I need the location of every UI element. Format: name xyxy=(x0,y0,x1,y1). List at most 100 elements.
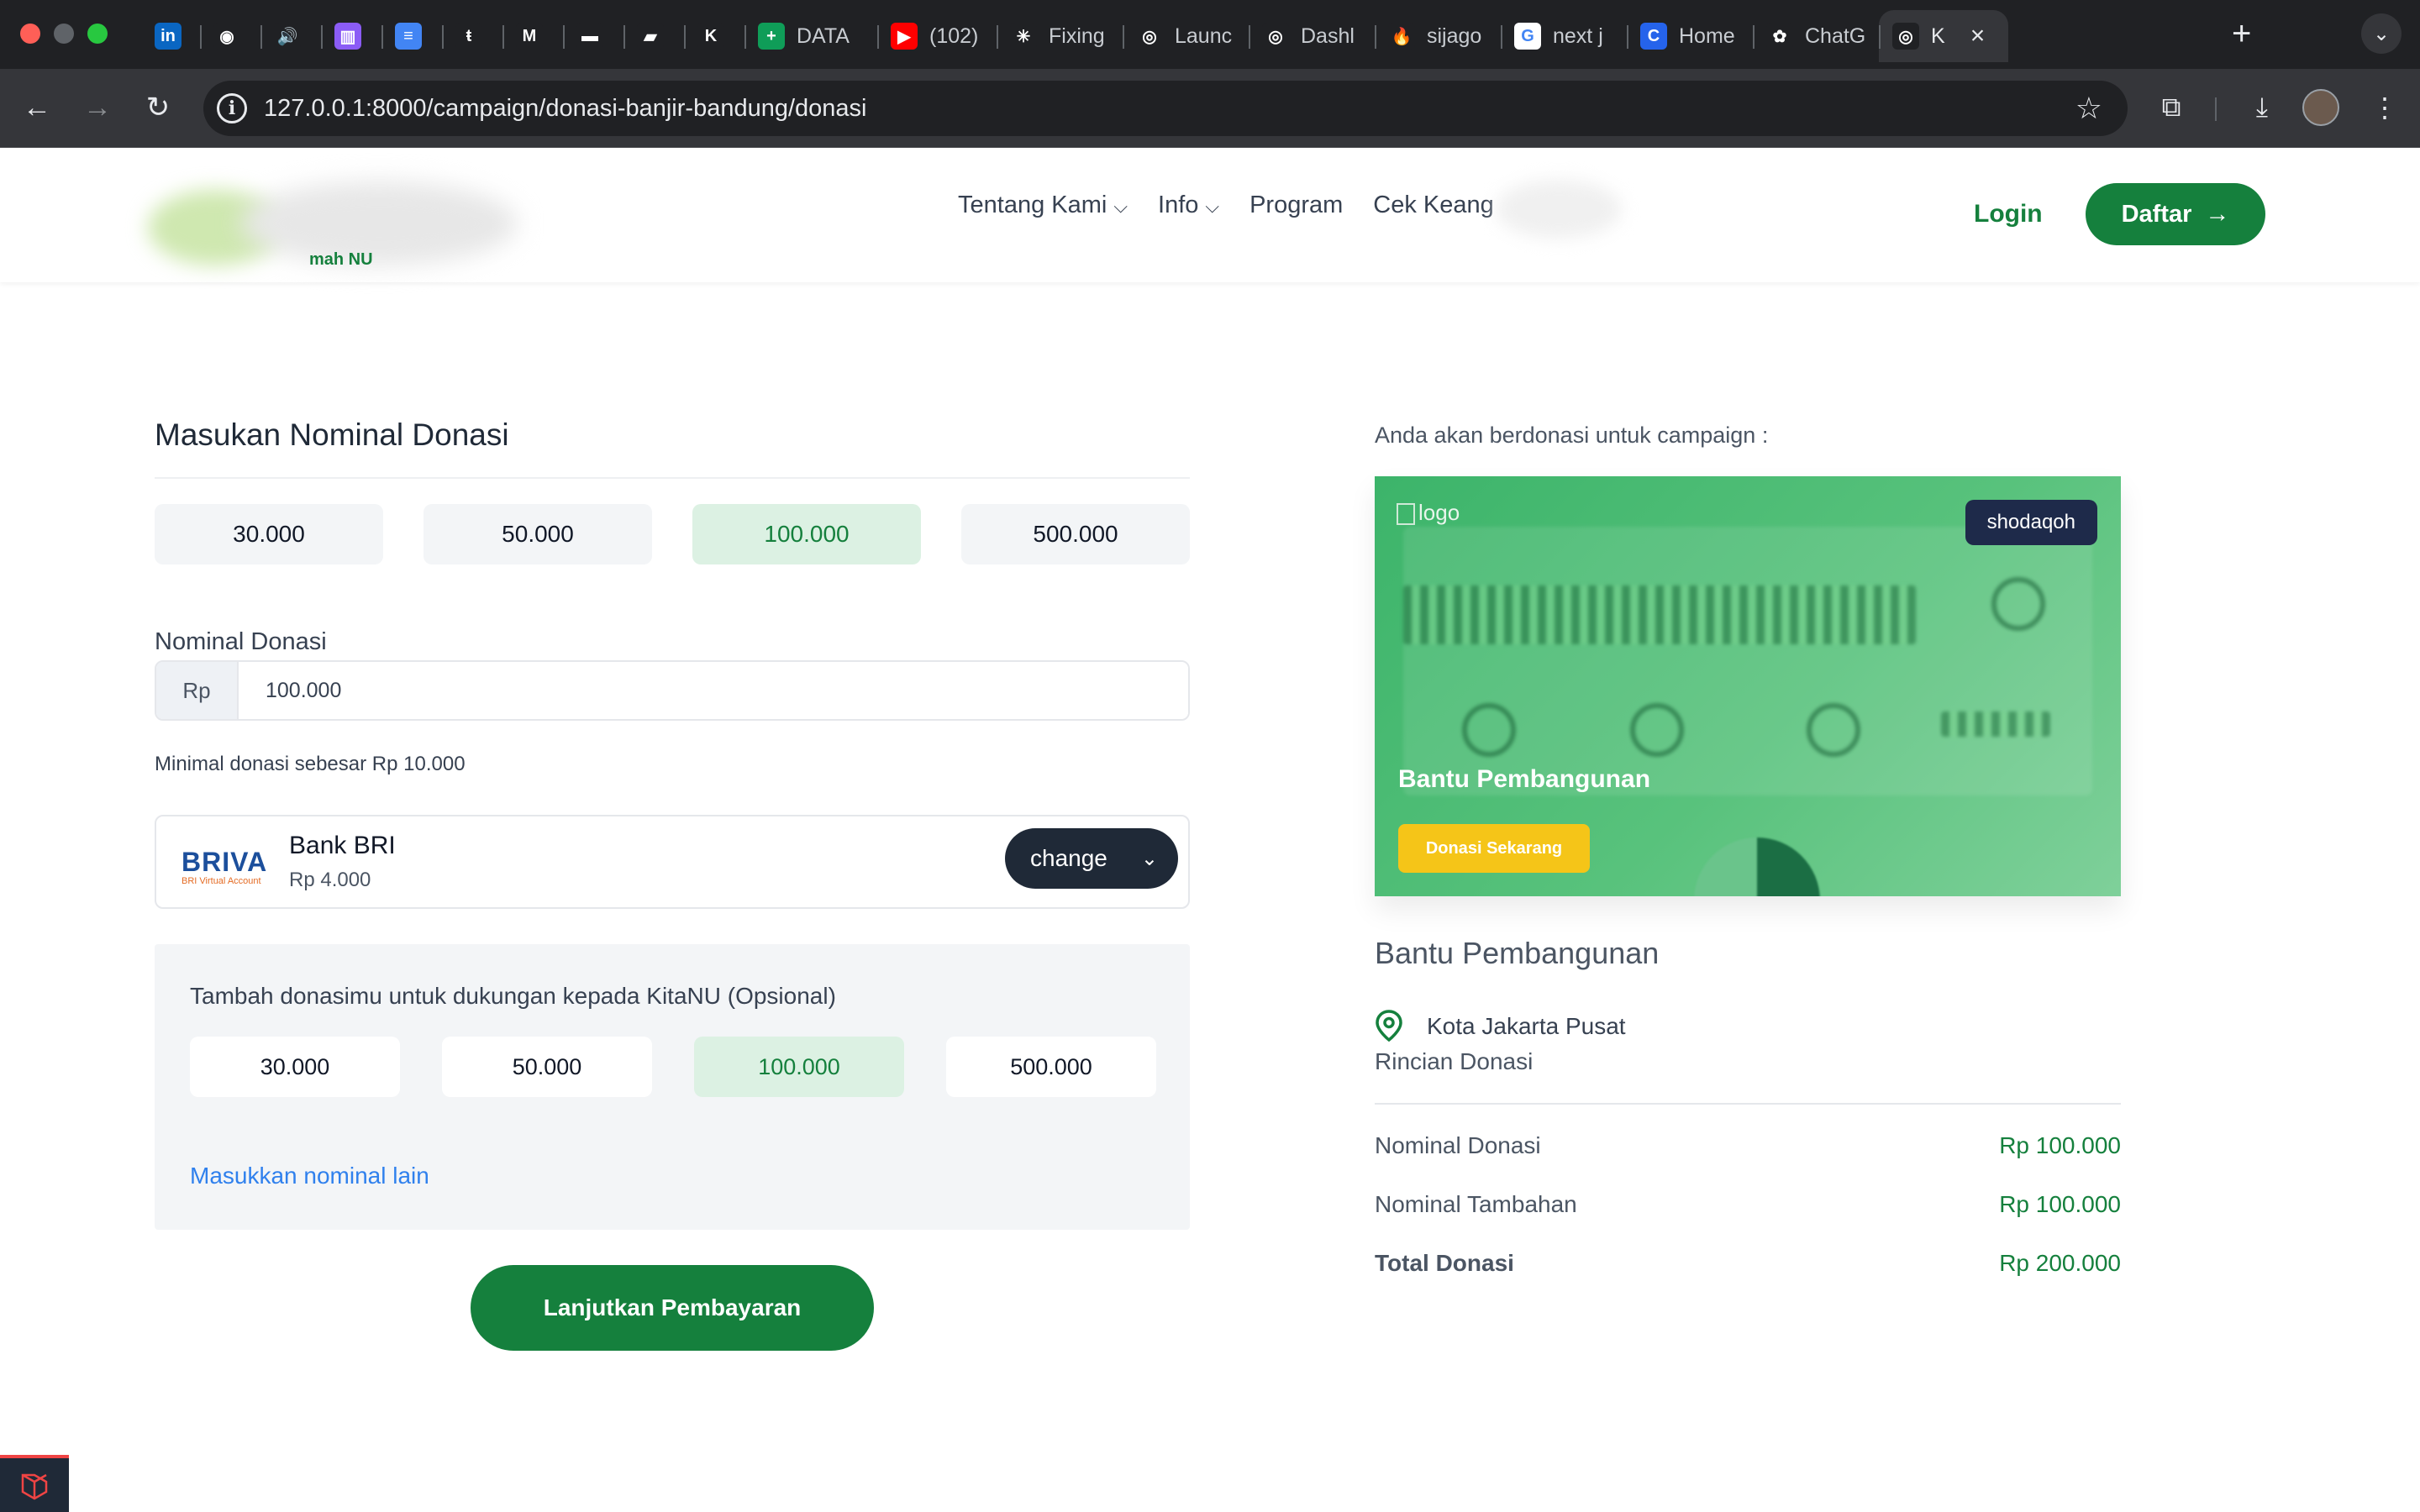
chevron-down-icon: ⌄ xyxy=(1140,847,1158,870)
forward-arrow-icon[interactable]: → xyxy=(77,87,118,128)
broken-image-icon: logo xyxy=(1397,500,1460,526)
change-payment-label: change xyxy=(1030,845,1107,871)
chevron-down-icon: ⌵ xyxy=(1205,196,1220,217)
browser-tab[interactable]: + DATA xyxy=(744,10,877,62)
tab-list: in ◉ 🔊 ▥ ≡ ŧ M ▬ ▰ K + DATA ▶ (102) ✳ Fixing ◎ Launc ◎ Dash… xyxy=(141,10,2008,62)
browser-tab[interactable]: ✳ Fixing xyxy=(997,10,1123,62)
site-info-icon[interactable]: i xyxy=(217,93,247,123)
change-payment-button[interactable]: change ⌄ xyxy=(1005,828,1178,889)
banner-donate-button: Donasi Sekarang xyxy=(1398,824,1590,873)
amount-preset-button-0[interactable]: 30.000 xyxy=(155,504,383,564)
browser-tab[interactable]: C Home xyxy=(1627,10,1753,62)
summary-row-additional: Nominal Tambahan Rp 100.000 xyxy=(1375,1191,2121,1217)
amount-preset-button-1[interactable]: 50.000 xyxy=(424,504,652,564)
reload-icon[interactable]: ↻ xyxy=(138,87,178,128)
bookmark-star-icon[interactable]: ☆ xyxy=(2075,91,2102,126)
amount-preset-button-3[interactable]: 500.000 xyxy=(961,504,1190,564)
divider xyxy=(1375,1103,2121,1105)
more-menu-icon[interactable]: ⋮ xyxy=(2365,87,2405,128)
tab-title: Fixing xyxy=(1049,24,1105,48)
currency-prefix: Rp xyxy=(156,662,239,719)
docs-icon: ≡ xyxy=(395,23,422,50)
extra-preset-button-3[interactable]: 500.000 xyxy=(946,1037,1156,1097)
new-tab-button[interactable]: + xyxy=(2232,15,2251,53)
browser-tab[interactable]: K xyxy=(684,10,744,62)
banner-dashboard-illustration xyxy=(1403,527,2092,795)
sheets-icon: + xyxy=(758,23,785,50)
login-link[interactable]: Login xyxy=(1974,200,2043,228)
address-bar[interactable]: i 127.0.0.1:8000/campaign/donasi-banjir-… xyxy=(203,81,2128,136)
campaign-banner[interactable]: logo shodaqoh Bantu Pembangunan Donasi S… xyxy=(1375,476,2121,896)
bank-name: Bank BRI xyxy=(289,832,396,859)
amount-input[interactable] xyxy=(239,662,1188,719)
extra-preset-button-2[interactable]: 100.000 xyxy=(694,1037,904,1097)
tab-search-chevron-icon[interactable]: ⌄ xyxy=(2361,13,2402,54)
browser-tab[interactable]: in xyxy=(141,10,200,62)
browser-tab[interactable]: ▬ xyxy=(563,10,623,62)
banner-pie-graphic xyxy=(1694,837,1820,896)
summary-row-nominal: Nominal Donasi Rp 100.000 xyxy=(1375,1132,2121,1158)
flag-icon: ▰ xyxy=(637,23,664,50)
browser-tab[interactable]: ≡ xyxy=(381,10,442,62)
laravel-debugbar-icon[interactable] xyxy=(0,1455,69,1512)
minimum-donation-note: Minimal donasi sebesar Rp 10.000 xyxy=(155,753,466,775)
divider xyxy=(155,477,1190,479)
extensions-puzzle-icon[interactable]: ⧉ xyxy=(2151,87,2191,128)
browser-tab[interactable]: ▥ xyxy=(321,10,381,62)
tab-title: Home xyxy=(1679,24,1735,48)
extra-donation-title: Tambah donasimu untuk dukungan kepada Ki… xyxy=(190,983,836,1009)
canva-icon: C xyxy=(1640,23,1667,50)
browser-tab[interactable]: ŧ xyxy=(442,10,502,62)
site-logo[interactable]: mah NU xyxy=(139,165,576,269)
campaign-location: Kota Jakarta Pusat xyxy=(1427,1013,1626,1039)
other-amount-link[interactable]: Masukkan nominal lain xyxy=(190,1163,429,1189)
profile-avatar[interactable] xyxy=(2302,89,2339,126)
amount-input-group: Rp xyxy=(155,660,1190,721)
window-zoom-button[interactable] xyxy=(87,24,108,44)
nav-item-program[interactable]: Program xyxy=(1249,192,1343,219)
back-arrow-icon[interactable]: ← xyxy=(17,87,57,128)
extra-preset-button-0[interactable]: 30.000 xyxy=(190,1037,400,1097)
banner-title: Bantu Pembangunan xyxy=(1398,765,1651,793)
amount-preset-button-2[interactable]: 100.000 xyxy=(692,504,921,564)
browser-tab[interactable]: ◎ Launc xyxy=(1123,10,1249,62)
register-button-label: Daftar xyxy=(2121,200,2192,228)
close-tab-icon[interactable]: × xyxy=(1970,22,1986,50)
download-icon[interactable]: ⤓ xyxy=(2242,87,2282,128)
continue-payment-button[interactable]: Lanjutkan Pembayaran xyxy=(471,1265,874,1351)
browser-tab[interactable]: ◎ Dashl xyxy=(1249,10,1375,62)
browser-tab[interactable]: ◉ xyxy=(200,10,260,62)
redacted-region xyxy=(1496,180,1622,239)
extra-amount-presets: 30.000 50.000 100.000 500.000 xyxy=(190,1037,1156,1097)
browser-tab[interactable]: ✿ ChatG xyxy=(1753,10,1879,62)
youtube-icon: ▶ xyxy=(891,23,918,50)
tab-title: DATA xyxy=(797,24,850,48)
tab-title: ChatG xyxy=(1805,24,1866,48)
browser-toolbar: ← → ↻ i 127.0.0.1:8000/campaign/donasi-b… xyxy=(0,69,2420,148)
browser-tab[interactable]: Gnext j xyxy=(1501,10,1627,62)
extra-preset-button-1[interactable]: 50.000 xyxy=(442,1037,652,1097)
window-minimize-button[interactable] xyxy=(54,24,74,44)
payment-method-card: BRIVA BRI Virtual Account Bank BRI Rp 4.… xyxy=(155,815,1190,909)
linkedin-icon: in xyxy=(155,23,182,50)
register-button[interactable]: Daftar → xyxy=(2086,183,2265,245)
nav-item-tentang-kami[interactable]: Tentang Kami ⌵ xyxy=(958,192,1128,219)
window-close-button[interactable] xyxy=(20,24,40,44)
browser-tab[interactable]: 🔥 sijago xyxy=(1375,10,1501,62)
github-icon: ◉ xyxy=(213,23,240,50)
nav-item-info[interactable]: Info ⌵ xyxy=(1158,192,1219,219)
emblem-icon: ◎ xyxy=(1136,23,1163,50)
browser-tab[interactable]: ◎ K × xyxy=(1879,10,2008,62)
arrow-right-icon: → xyxy=(2205,200,2230,228)
briva-logo: BRIVA BRI Virtual Account xyxy=(182,847,268,886)
browser-tab[interactable]: ▰ xyxy=(623,10,684,62)
nav-item-cek-keangotaan[interactable]: Cek Keang xyxy=(1373,192,1494,219)
speaker-icon: 🔊 xyxy=(274,23,301,50)
browser-tab[interactable]: 🔊 xyxy=(260,10,321,62)
openai-icon: ✿ xyxy=(1766,23,1793,50)
amount-field-label: Nominal Donasi xyxy=(155,628,327,655)
toyota-icon: ▬ xyxy=(576,23,603,50)
browser-tab[interactable]: ▶ (102) xyxy=(877,10,997,62)
browser-tab[interactable]: M xyxy=(502,10,563,62)
url-text[interactable]: 127.0.0.1:8000/campaign/donasi-banjir-ba… xyxy=(264,95,866,123)
